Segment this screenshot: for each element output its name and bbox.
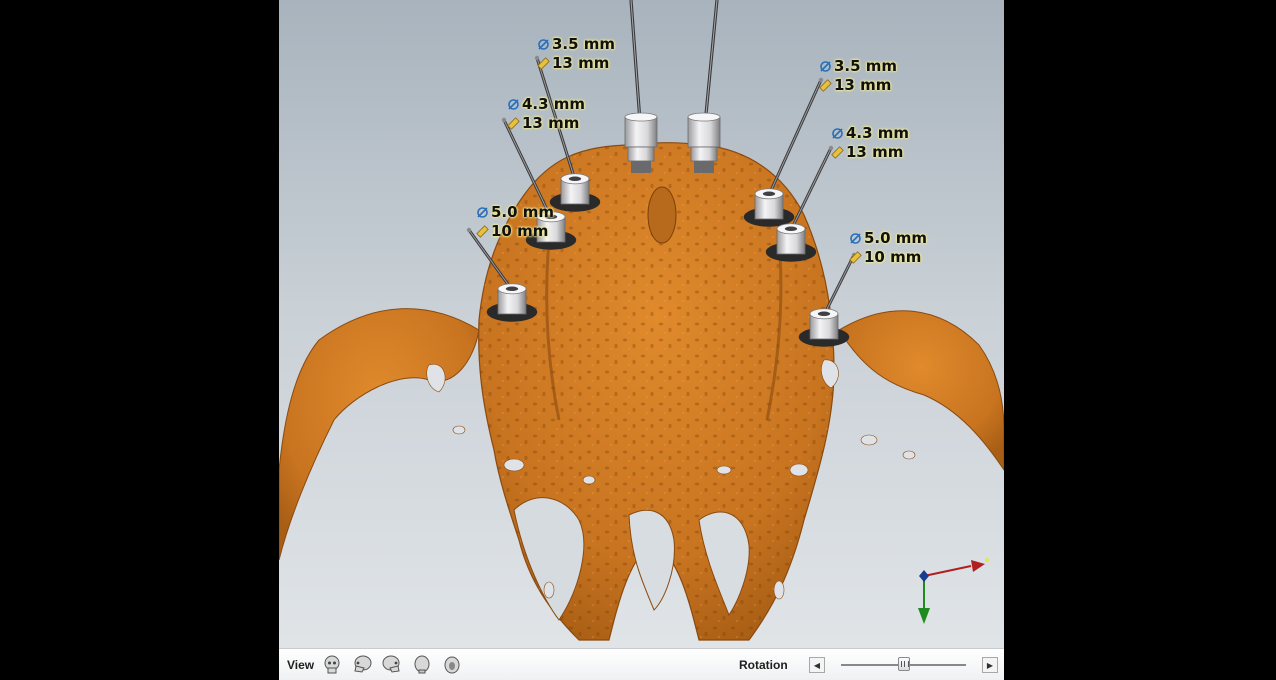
length-row: 13 mm: [831, 143, 909, 162]
length-ruler-icon: [537, 57, 550, 70]
guide-pin-highlight: [768, 79, 822, 196]
implant-label-right-premolar: 4.3 mm 13 mm: [831, 124, 909, 162]
diameter-icon: [820, 61, 831, 72]
rotation-slider-thumb[interactable]: [897, 657, 910, 671]
implant-collar: [690, 146, 718, 162]
implant-label-left-premolar: 4.3 mm 13 mm: [507, 95, 585, 133]
length-row: 13 mm: [507, 114, 585, 133]
view-button-4[interactable]: [410, 653, 434, 677]
skull-back-icon: [414, 655, 430, 674]
rotate-left-button[interactable]: ◀: [809, 657, 825, 673]
implant-hex: [568, 176, 582, 182]
implant-collar: [627, 146, 655, 162]
skull-front-icon: [324, 655, 340, 674]
diameter-icon: [508, 99, 519, 110]
skull-top-icon: [444, 656, 460, 674]
skull-right-icon: [382, 655, 400, 673]
implant-diameter: 3.5 mm: [552, 35, 616, 53]
implant-length: 10 mm: [491, 222, 549, 240]
z-axis-marker: [919, 570, 929, 582]
implant-length: 13 mm: [522, 114, 580, 132]
length-ruler-icon: [476, 225, 489, 238]
implant-length: 13 mm: [552, 54, 610, 72]
left-wing: [279, 308, 480, 561]
implant-hex: [784, 226, 798, 232]
rotation-label: Rotation: [739, 658, 788, 672]
view-toolbar: View Rotation ◀ ▶: [279, 648, 1004, 680]
nasal-void-center: [628, 509, 675, 611]
guide-pin-highlight: [790, 147, 832, 231]
length-row: 13 mm: [537, 54, 615, 73]
length-ruler-icon: [849, 251, 862, 264]
orientation-axes: [918, 558, 989, 624]
implant-hex: [817, 311, 831, 317]
diameter-row: 3.5 mm: [819, 57, 897, 76]
implant-neck: [694, 161, 714, 173]
x-axis-arrow: [971, 560, 985, 572]
length-ruler-icon: [831, 146, 844, 159]
diameter-row: 5.0 mm: [476, 203, 554, 222]
implant-label-left-lateral: 3.5 mm 13 mm: [537, 35, 615, 73]
diameter-icon: [832, 128, 843, 139]
pin-tip: [466, 227, 472, 233]
diameter-icon: [850, 233, 861, 244]
implant-length: 13 mm: [846, 143, 904, 161]
view-button-3[interactable]: [380, 653, 404, 677]
right-wing: [838, 310, 1004, 471]
y-axis-arrow: [918, 608, 930, 624]
implant-diameter: 5.0 mm: [491, 203, 555, 221]
diameter-row: 5.0 mm: [849, 229, 927, 248]
central-implant-1[interactable]: [624, 0, 658, 173]
implant-label-left-molar: 5.0 mm 10 mm: [476, 203, 554, 241]
implant-diameter: 5.0 mm: [864, 229, 928, 247]
view-button-1[interactable]: [320, 653, 344, 677]
implant-length: 10 mm: [864, 248, 922, 266]
implant-hex: [762, 191, 776, 197]
diameter-row: 3.5 mm: [537, 35, 615, 54]
x-axis: [923, 565, 972, 577]
length-ruler-icon: [507, 117, 520, 130]
implant-top: [687, 112, 721, 122]
implant-diameter: 4.3 mm: [846, 124, 910, 142]
diameter-row: 4.3 mm: [831, 124, 909, 143]
length-ruler-icon: [819, 79, 832, 92]
central-implant-2[interactable]: [687, 0, 721, 173]
pin-tip: [501, 117, 507, 123]
implant-diameter: 3.5 mm: [834, 57, 898, 75]
skull-left-icon: [354, 655, 372, 673]
length-row: 10 mm: [849, 248, 927, 267]
axis-tip: [985, 558, 989, 562]
implant-label-right-lateral: 3.5 mm 13 mm: [819, 57, 897, 95]
diameter-row: 4.3 mm: [507, 95, 585, 114]
implant-neck: [631, 161, 651, 173]
diameter-icon: [477, 207, 488, 218]
view-button-5[interactable]: [440, 653, 464, 677]
implant-body: [687, 116, 721, 148]
rotate-right-button[interactable]: ▶: [982, 657, 998, 673]
implant-top: [624, 112, 658, 122]
implant-length: 13 mm: [834, 76, 892, 94]
implant-diameter: 4.3 mm: [522, 95, 586, 113]
diameter-icon: [538, 39, 549, 50]
implant-hex: [505, 286, 519, 292]
length-row: 13 mm: [819, 76, 897, 95]
bone-3d-model[interactable]: [279, 0, 1004, 648]
implant-label-right-molar: 5.0 mm 10 mm: [849, 229, 927, 267]
implant-body: [624, 116, 658, 148]
view-label: View: [287, 658, 315, 672]
length-row: 10 mm: [476, 222, 554, 241]
3d-viewport[interactable]: 5.0 mm 10 mm 4.3 mm 13 mm 3.5 mm 13 mm 3.5 mm 1…: [279, 0, 1004, 680]
view-button-2[interactable]: [350, 653, 374, 677]
